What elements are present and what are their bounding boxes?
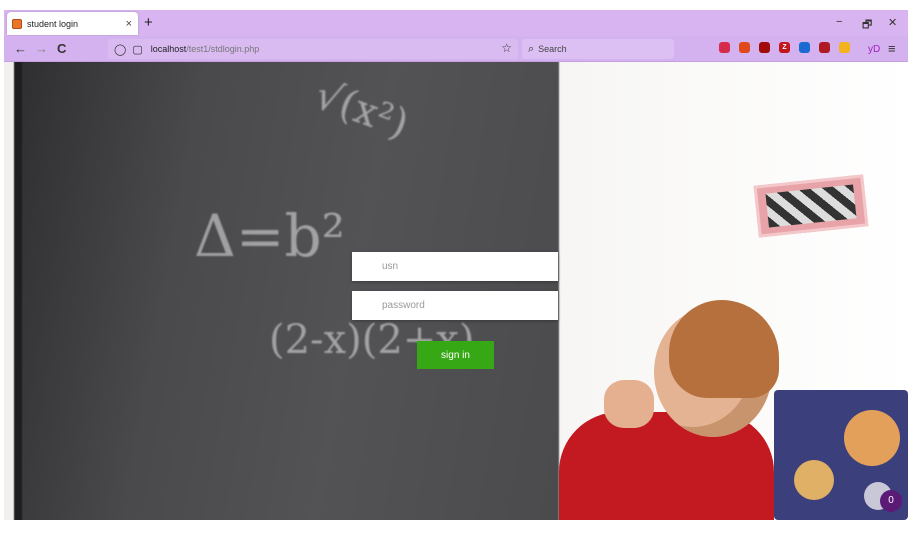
search-box[interactable]: ⌕ Search <box>522 39 674 59</box>
page-favicon-icon <box>12 18 22 29</box>
page-info-icon[interactable]: ▢ <box>132 43 142 56</box>
planet <box>794 460 834 500</box>
back-button[interactable]: ← <box>14 41 27 56</box>
wall-poster <box>753 174 869 238</box>
notification-badge[interactable]: 0 <box>880 490 902 512</box>
bookmark-star-icon[interactable]: ☆ <box>501 41 512 55</box>
browser-window: student login × + − 🗗 ✕ ← → C ◯ ▢ localh… <box>4 10 908 520</box>
minimize-button[interactable]: − <box>836 16 842 28</box>
vpn-icon[interactable] <box>839 42 850 53</box>
url-host: localhost <box>150 44 187 54</box>
tab-title: student login <box>27 18 79 29</box>
chalk-writing: Δ=b² <box>194 202 345 270</box>
planet <box>844 410 900 466</box>
shield-icon[interactable] <box>819 42 830 53</box>
bitwarden-icon[interactable] <box>799 42 810 53</box>
tab-student-login[interactable]: student login × <box>7 12 138 35</box>
tab-close-icon[interactable]: × <box>126 18 132 30</box>
password-input[interactable] <box>352 291 558 320</box>
restore-button[interactable]: 🗗 <box>862 16 872 35</box>
reload-button[interactable]: C <box>57 41 66 56</box>
new-tab-button[interactable]: + <box>144 14 153 31</box>
menu-icon[interactable]: ≡ <box>888 41 896 56</box>
search-placeholder: Search <box>538 44 567 54</box>
ublock-icon[interactable] <box>759 42 770 53</box>
pocket-icon[interactable] <box>719 42 730 53</box>
navigation-bar: ← → C ◯ ▢ localhost/test1/stdlogin.php ☆… <box>4 36 908 62</box>
boy-hand <box>604 380 654 428</box>
sign-in-button[interactable]: sign in <box>417 341 494 369</box>
tab-strip: student login × + − 🗗 ✕ <box>4 10 908 36</box>
forward-button[interactable]: → <box>35 41 48 56</box>
privacy-badger-icon[interactable] <box>739 42 750 53</box>
search-icon: ⌕ <box>528 42 535 55</box>
zotero-icon[interactable]: Z <box>779 42 790 53</box>
login-page: Δ=b² (2-x)(2+x) √(x²) sign in 0 <box>4 62 908 520</box>
usn-input[interactable] <box>352 252 558 281</box>
profile-button[interactable]: yD <box>868 44 880 55</box>
close-window-button[interactable]: ✕ <box>888 16 897 29</box>
boy-hair <box>669 300 779 398</box>
tracking-shield-icon[interactable]: ◯ <box>114 43 126 56</box>
url-path: /test1/stdlogin.php <box>186 44 260 54</box>
address-bar[interactable]: ◯ ▢ localhost/test1/stdlogin.php ☆ <box>108 39 518 59</box>
